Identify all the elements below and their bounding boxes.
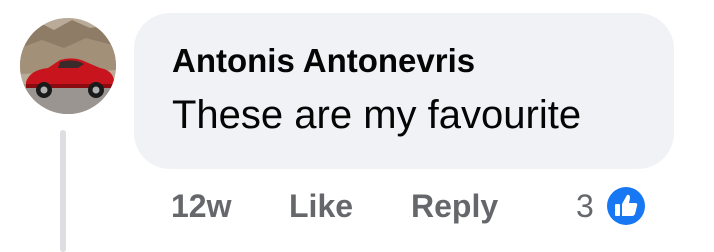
comment-bubble	[134, 13, 674, 169]
reaction-count: 3	[576, 188, 594, 224]
reply-button[interactable]: Reply	[411, 188, 498, 225]
comment-timestamp[interactable]: 12w	[171, 188, 231, 225]
avatar-image	[20, 18, 116, 114]
comment-author-name[interactable]: Antonis Antonevris	[172, 42, 475, 80]
like-button[interactable]: Like	[289, 188, 353, 225]
comment-text: These are my favourite	[172, 93, 582, 137]
reply-thread-line	[60, 130, 66, 252]
thumbs-up-icon	[605, 185, 647, 227]
comment-container: Antonis Antonevris These are my favourit…	[0, 0, 714, 252]
avatar[interactable]	[20, 18, 116, 114]
